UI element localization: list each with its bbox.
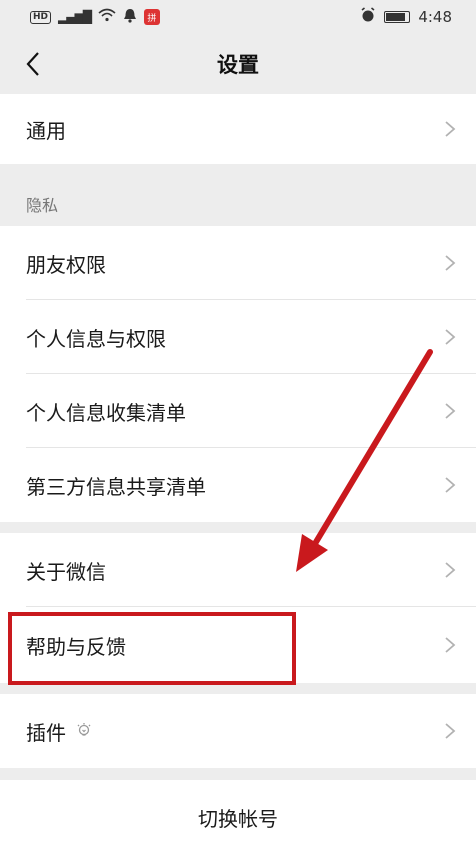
chevron-right-icon <box>445 637 456 653</box>
chevron-left-icon <box>26 52 39 76</box>
back-button[interactable] <box>18 48 48 80</box>
settings-item-label: 个人信息与权限 <box>26 326 166 351</box>
settings-item-label: 关于微信 <box>26 559 106 584</box>
page-title: 设置 <box>217 53 259 77</box>
battery-icon <box>384 11 411 23</box>
signal-icon: ▂▄▆█ <box>58 10 92 24</box>
chevron-right-icon <box>445 723 456 739</box>
switch-account-label: 切换帐号 <box>198 806 278 831</box>
chevron-right-icon <box>445 403 456 419</box>
settings-item-label: 插件 <box>26 720 66 745</box>
wifi-icon <box>98 8 116 26</box>
settings-item-label-wrap: 插件 <box>26 717 92 746</box>
highlight-box <box>8 612 296 685</box>
settings-item-personal-info-permissions[interactable]: 个人信息与权限 <box>0 300 476 374</box>
switch-account-button[interactable]: 切换帐号 <box>0 780 476 854</box>
clock-time: 4:48 <box>418 8 452 26</box>
hd-badge: HD <box>30 10 52 24</box>
chevron-right-icon <box>445 121 456 137</box>
section-header-privacy: 隐私 <box>26 196 59 215</box>
app-notification-icon: 拼 <box>143 9 160 25</box>
lightbulb-icon <box>77 723 91 736</box>
settings-item-friend-permissions[interactable]: 朋友权限 <box>0 226 476 300</box>
settings-item-third-party-sharing[interactable]: 第三方信息共享清单 <box>0 448 476 522</box>
settings-item-label: 第三方信息共享清单 <box>26 474 206 499</box>
chevron-right-icon <box>445 329 456 345</box>
settings-item-general[interactable]: 通用 <box>0 94 476 164</box>
alarm-icon <box>360 7 376 27</box>
notification-icon <box>123 8 137 27</box>
settings-item-label: 朋友权限 <box>26 252 106 277</box>
chevron-right-icon <box>445 255 456 271</box>
settings-item-label: 通用 <box>26 118 66 143</box>
status-left: HD ▂▄▆█ 拼 <box>30 8 160 27</box>
nav-bar: 设置 <box>0 34 476 94</box>
status-bar: HD ▂▄▆█ 拼 4:48 <box>0 0 476 34</box>
chevron-right-icon <box>445 562 456 578</box>
settings-item-plugins[interactable]: 插件 <box>0 694 476 768</box>
settings-item-personal-info-list[interactable]: 个人信息收集清单 <box>0 374 476 448</box>
settings-item-label: 个人信息收集清单 <box>26 400 186 425</box>
chevron-right-icon <box>445 477 456 493</box>
status-right: 4:48 <box>360 7 452 27</box>
settings-item-about[interactable]: 关于微信 <box>0 533 476 607</box>
